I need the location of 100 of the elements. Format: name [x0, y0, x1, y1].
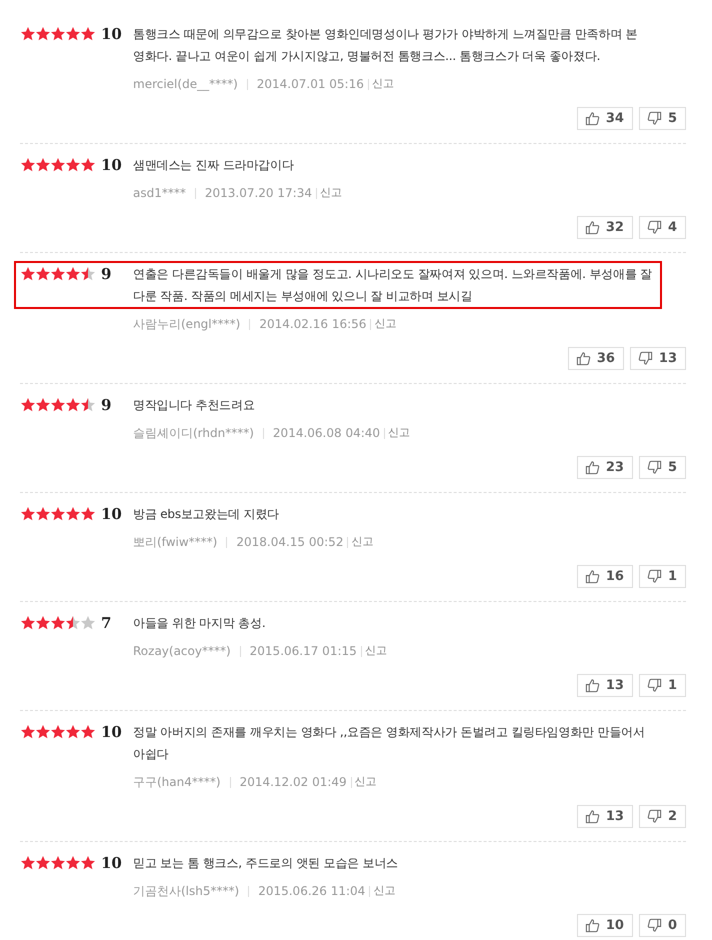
rating-score: 9 [101, 395, 112, 416]
author-name: 사람누리(engl****) [133, 316, 240, 332]
star-icon [35, 397, 51, 413]
review-text: 방금 ebs보고왔는데 지렸다 [133, 506, 280, 523]
author-name: asd1**** [133, 185, 186, 201]
thumbs-down-icon [646, 678, 662, 693]
thumbs-up-icon [584, 569, 600, 584]
review-date: 2015.06.17 01:15 [250, 643, 357, 659]
dislike-button[interactable]: 1 [638, 674, 686, 697]
star-icon [50, 724, 66, 740]
star-icon [20, 724, 36, 740]
report-link[interactable]: 신고 [364, 643, 387, 659]
star-icon [35, 26, 51, 42]
dislike-button[interactable]: 0 [638, 914, 686, 937]
dislike-button[interactable]: 5 [638, 107, 686, 130]
review-date: 2013.07.20 17:34 [204, 185, 312, 201]
star-icon [20, 266, 36, 282]
report-link[interactable]: 신고 [373, 883, 396, 899]
thumbs-down-icon [646, 809, 662, 824]
star-icon [35, 855, 51, 871]
star-icon [65, 724, 81, 740]
star-icon [35, 506, 51, 522]
author-name: 기곰천사(lsh5****) [133, 883, 240, 899]
report-link[interactable]: 신고 [372, 76, 394, 92]
report-link[interactable]: 신고 [320, 185, 342, 201]
like-button[interactable]: 13 [576, 674, 633, 697]
star-icon [80, 724, 96, 740]
star-icon [80, 26, 96, 42]
like-button[interactable]: 36 [568, 347, 624, 370]
review-date: 2014.02.16 16:56 [259, 316, 366, 332]
rating-score: 7 [101, 613, 112, 634]
report-link[interactable]: 신고 [354, 774, 377, 790]
dislike-button[interactable]: 1 [638, 565, 686, 588]
thumbs-up-icon [584, 918, 600, 933]
rating-score: 10 [101, 853, 122, 874]
thumbs-up-icon [584, 678, 600, 693]
like-button[interactable]: 34 [576, 107, 633, 130]
star-icon [20, 855, 36, 871]
star-icon [20, 26, 36, 42]
star-icon [35, 266, 51, 282]
star-icon [35, 157, 51, 173]
star-icon [50, 266, 66, 282]
star-icon [80, 615, 96, 631]
star-icon [65, 506, 81, 522]
star-icon [65, 855, 81, 871]
dislike-button[interactable]: 4 [638, 216, 686, 239]
star-icon [65, 157, 81, 173]
star-icon [80, 855, 96, 871]
star-icon [80, 266, 96, 282]
star-icon [50, 855, 66, 871]
report-link[interactable]: 신고 [388, 425, 410, 441]
review-date: 2014.12.02 01:49 [240, 774, 347, 790]
thumbs-down-icon [646, 220, 662, 235]
report-link[interactable]: 신고 [374, 316, 396, 332]
rating-score: 10 [101, 504, 122, 525]
dislike-button[interactable]: 2 [638, 805, 686, 828]
star-icon [50, 157, 66, 173]
thumbs-up-icon [584, 111, 600, 126]
rating-score: 9 [101, 264, 112, 285]
star-icon [50, 26, 66, 42]
like-button[interactable]: 13 [576, 805, 633, 828]
like-button[interactable]: 32 [576, 216, 633, 239]
like-button[interactable]: 23 [576, 456, 633, 479]
review-text: 아들을 위한 마지막 총성. [133, 615, 266, 632]
star-icon [65, 615, 81, 631]
rating-score: 10 [101, 722, 122, 743]
star-icon [20, 506, 36, 522]
star-icon [35, 615, 51, 631]
star-icon [35, 724, 51, 740]
thumbs-down-icon [646, 918, 662, 933]
star-icon [80, 397, 96, 413]
author-name: Rozay(acoy****) [133, 643, 231, 659]
review-date: 2018.04.15 00:52 [236, 534, 344, 550]
thumbs-down-icon [646, 460, 662, 475]
like-button[interactable]: 16 [576, 565, 633, 588]
review-text: 정말 아버지의 존재를 깨우치는 영화다 ,,요즘은 영화제작사가 돈벌려고 킬링타임영화만 만들어서 아쉽다 [133, 724, 646, 763]
review-date: 2015.06.26 11:04 [258, 883, 366, 899]
star-icon [50, 506, 66, 522]
star-icon [20, 615, 36, 631]
dislike-button[interactable]: 13 [630, 347, 686, 370]
author-name: 구구(han4****) [133, 774, 221, 790]
rating-score: 10 [101, 155, 122, 176]
report-link[interactable]: 신고 [351, 534, 374, 550]
star-icon [80, 157, 96, 173]
star-icon [50, 615, 66, 631]
author-name: 슬림셰이디(rhdn****) [133, 425, 254, 441]
dislike-button[interactable]: 5 [638, 456, 686, 479]
rating-score: 10 [101, 24, 122, 45]
star-icon [20, 397, 36, 413]
thumbs-up-icon [576, 351, 591, 366]
star-icon [65, 397, 81, 413]
thumbs-down-icon [646, 111, 662, 126]
star-icon [65, 266, 81, 282]
author-name: 뽀리(fwiw****) [133, 534, 218, 550]
review-text: 연출은 다른감독들이 배울게 많을 정도고. 시나리오도 잘짜여져 있으며. 느와르작품에. 부성애를 잘 다룬 작품. 작품의 메세지는 부성애에 있으니 잘 비교하며 보시길 [133, 266, 653, 305]
review-date: 2014.06.08 04:40 [272, 425, 380, 441]
like-button[interactable]: 10 [576, 914, 633, 937]
author-name: merciel(de__****) [133, 76, 238, 92]
thumbs-down-icon [638, 351, 653, 366]
star-icon [20, 157, 36, 173]
